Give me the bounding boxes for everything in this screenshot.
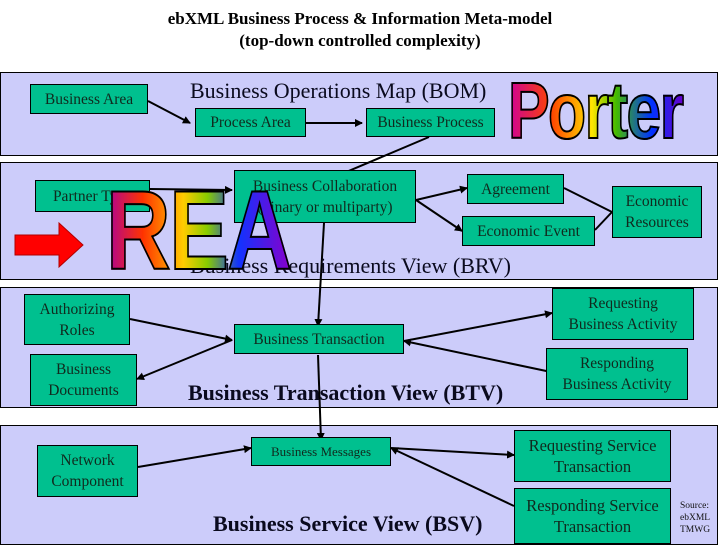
requesting-service-line-2: Transaction [553,457,632,476]
source-line-1: Source: [680,501,710,511]
box-business-process[interactable]: Business Process [366,108,495,137]
business-transaction-label: Business Transaction [253,330,385,348]
box-business-documents[interactable]: Business Documents [30,354,137,406]
source-line-3: TMWG [680,525,711,535]
economic-event-label: Economic Event [477,222,580,240]
box-business-transaction[interactable]: Business Transaction [234,324,404,354]
box-requesting-service-transaction[interactable]: Requesting Service Transaction [514,430,671,482]
porter-wordart: Porter [507,66,685,155]
economic-resources-line-1: Economic [625,193,689,210]
box-requesting-business-activity[interactable]: Requesting Business Activity [552,288,694,340]
requesting-activity-line-1: Requesting [588,295,658,312]
red-arrow-icon [14,221,84,269]
box-economic-resources[interactable]: Economic Resources [612,186,702,238]
requesting-activity-line-2: Business Activity [568,316,678,333]
business-process-label: Business Process [377,114,484,131]
bsv-view-label: Business Service View (BSV) [213,511,483,536]
rea-wordart: REA [105,168,293,293]
responding-service-line-1: Responding Service [526,496,659,515]
box-business-area[interactable]: Business Area [30,84,148,114]
responding-activity-line-2: Business Activity [562,376,672,393]
business-area-label: Business Area [44,90,134,108]
box-process-area[interactable]: Process Area [195,108,306,137]
box-responding-service-transaction[interactable]: Responding Service Transaction [514,488,671,544]
title-line-2: (top-down controlled complexity) [239,31,481,50]
box-business-messages[interactable]: Business Messages [251,437,391,466]
authorizing-roles-line-2: Roles [59,321,95,339]
box-authorizing-roles[interactable]: Authorizing Roles [24,294,130,345]
responding-service-line-2: Transaction [553,517,632,536]
authorizing-roles-line-1: Authorizing [39,300,115,318]
business-messages-label: Business Messages [270,444,372,459]
business-documents-line-2: Documents [48,382,119,399]
source-note: Source: ebXML TMWG [680,500,710,536]
process-area-label: Process Area [210,114,291,131]
title-line-1: ebXML Business Process & Information Met… [167,9,553,28]
box-responding-business-activity[interactable]: Responding Business Activity [546,348,688,400]
bom-view-label: Business Operations Map (BOM) [190,78,487,103]
business-documents-line-1: Business [55,361,112,378]
box-agreement[interactable]: Agreement [467,174,564,204]
network-component-line-1: Network [60,452,115,469]
diagram-title: ebXML Business Process & Information Met… [0,8,720,52]
responding-activity-line-1: Responding [579,355,655,372]
btv-view-label: Business Transaction View (BTV) [188,380,504,405]
agreement-label: Agreement [481,180,550,198]
network-component-line-2: Component [51,473,124,490]
box-economic-event[interactable]: Economic Event [462,216,595,246]
requesting-service-line-1: Requesting Service [528,436,657,455]
box-network-component[interactable]: Network Component [37,445,138,497]
economic-resources-line-2: Resources [625,214,689,231]
source-line-2: ebXML [680,513,711,523]
